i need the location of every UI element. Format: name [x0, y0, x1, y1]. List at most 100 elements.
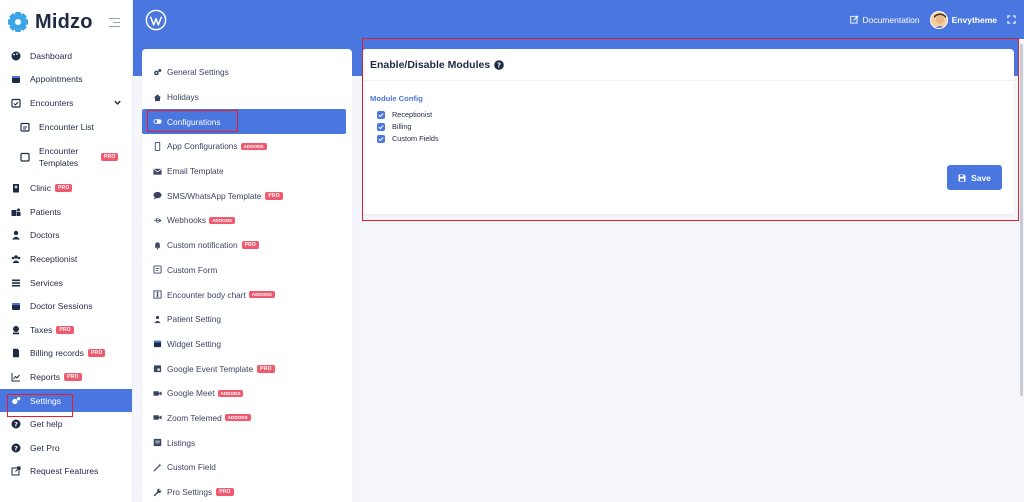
sidebar-item-reports[interactable]: Reports PRO [0, 365, 132, 389]
mobile-icon [153, 141, 162, 151]
avatar[interactable] [929, 10, 948, 29]
page-scrollbar[interactable] [1018, 39, 1024, 502]
topbar-right: Documentation Envytheme [850, 10, 1024, 29]
external-link-icon [11, 466, 21, 476]
sidebar-item-encounters[interactable]: Encounters [0, 91, 132, 115]
settings-item-webhooks[interactable]: Webhooks ADDONS [142, 208, 352, 233]
calendar-list-icon [20, 122, 30, 132]
pro-badge: PRO [241, 241, 259, 250]
sidebar-item-receptionist[interactable]: Receptionist [0, 247, 132, 271]
settings-item-zoom-telemed[interactable]: Zoom Telemed ADDONS [142, 406, 352, 431]
documentation-link[interactable]: Documentation [850, 15, 920, 25]
settings-item-email-template[interactable]: Email Template [142, 159, 352, 184]
settings-item-label: Custom Field [167, 462, 216, 473]
receptionist-checkbox[interactable] [377, 110, 385, 119]
menu-toggle-icon[interactable] [109, 17, 120, 27]
sidebar-item-doctors[interactable]: Doctors [0, 224, 132, 248]
sidebar-item-label: Receptionist [30, 253, 78, 264]
sidebar-item-request-features[interactable]: Request Features [0, 460, 132, 484]
settings-item-app-configurations[interactable]: App Configurations ADDONS [142, 134, 352, 159]
sidebar-item-doctor-sessions[interactable]: Doctor Sessions [0, 294, 132, 318]
sidebar-item-encounter-list[interactable]: Encounter List [0, 115, 132, 139]
sidebar-item-label: Get help [30, 419, 63, 430]
patients-icon [11, 207, 21, 217]
module-label: Custom Fields [392, 134, 439, 143]
edit-icon [850, 15, 859, 24]
save-label: Save [971, 172, 991, 183]
module-custom-fields: Custom Fields [377, 134, 439, 143]
sidebar-item-appointments[interactable]: Appointments [0, 68, 132, 92]
scrollbar-thumb[interactable] [1020, 44, 1023, 396]
sidebar-item-label: Patients [30, 206, 62, 217]
sidebar-item-get-help[interactable]: ? Get help [0, 412, 132, 436]
sidebar: Midzo Dashboard Appointments Encounters Enc… [0, 0, 133, 502]
wordpress-icon[interactable] [145, 9, 167, 31]
help-icon[interactable]: ? [494, 59, 505, 70]
sidebar-item-dashboard[interactable]: Dashboard [0, 44, 132, 68]
calendar-event-icon [153, 364, 162, 373]
brand: Midzo [0, 0, 132, 44]
addons-badge: ADDONS [217, 389, 244, 397]
fullscreen-icon[interactable] [1007, 15, 1016, 24]
sidebar-item-settings[interactable]: Settings [0, 388, 132, 413]
settings-item-custom-form[interactable]: Custom Form [142, 258, 352, 283]
settings-item-sms-whatsapp-template[interactable]: SMS/WhatsApp Template PRO [142, 183, 352, 208]
settings-item-custom-field[interactable]: Custom Field [142, 455, 352, 480]
settings-item-google-meet[interactable]: Google Meet ADDONS [142, 381, 352, 406]
settings-item-holidays[interactable]: Holidays [142, 85, 352, 110]
settings-item-label: Encounter body chart [167, 289, 246, 300]
save-button[interactable]: Save [947, 165, 1002, 190]
calendar-icon [11, 74, 21, 84]
settings-item-general-settings[interactable]: General Settings [142, 60, 352, 85]
video-icon [153, 389, 162, 398]
sidebar-item-label: Doctor Sessions [30, 301, 93, 312]
sidebar-item-taxes[interactable]: Taxes PRO [0, 318, 132, 342]
calendar-icon [153, 339, 162, 348]
sidebar-item-services[interactable]: Services [0, 271, 132, 295]
settings-item-listings[interactable]: Listings [142, 430, 352, 455]
comment-icon [153, 191, 162, 200]
settings-item-label: Zoom Telemed [167, 412, 222, 423]
sidebar-item-clinic[interactable]: Clinic PRO [0, 176, 132, 200]
settings-item-label: Holidays [167, 92, 199, 103]
usb-icon [153, 216, 162, 225]
sidebar-item-encounter-templates[interactable]: Encounter Templates PRO [0, 138, 132, 176]
magic-icon [153, 463, 162, 472]
cogs-icon [153, 68, 162, 77]
custom-fields-checkbox[interactable] [377, 134, 385, 143]
settings-item-label: Webhooks [167, 215, 207, 226]
sidebar-item-label: Get Pro [30, 442, 60, 453]
billing-checkbox[interactable] [377, 122, 385, 131]
user-setting-icon [153, 315, 162, 324]
sidebar-item-patients[interactable]: Patients [0, 200, 132, 224]
sidebar-item-label: Taxes [30, 324, 53, 335]
module-label: Receptionist [392, 110, 433, 119]
settings-item-configurations[interactable]: Configurations [142, 109, 346, 135]
pro-badge: PRO [101, 153, 119, 162]
sidebar-item-label: Services [30, 277, 63, 288]
settings-item-label: Custom Form [167, 264, 218, 275]
settings-item-pro-settings[interactable]: Pro Settings PRO [142, 480, 352, 502]
chevron-down-icon[interactable] [113, 98, 122, 107]
wrench-icon [153, 488, 162, 497]
sidebar-item-get-pro[interactable]: ? Get Pro [0, 436, 132, 460]
brand-name: Midzo [35, 10, 93, 33]
pro-badge: PRO [257, 364, 275, 373]
sidebar-item-billing-records[interactable]: Billing records PRO [0, 342, 132, 366]
question-icon: ? [11, 443, 21, 453]
settings-item-encounter-body-chart[interactable]: Encounter body chart ADDONS [142, 282, 352, 307]
settings-item-custom-notification[interactable]: Custom notification PRO [142, 233, 352, 258]
app-root: Midzo Dashboard Appointments Encounters Enc… [0, 0, 1024, 502]
sidebar-item-label: Encounter Templates [39, 146, 79, 169]
settings-item-widget-setting[interactable]: Widget Setting [142, 332, 352, 357]
username[interactable]: Envytheme [952, 15, 997, 25]
tax-icon [11, 325, 21, 335]
card-title: Enable/Disable Modules [370, 58, 491, 71]
module-billing: Billing [377, 122, 411, 131]
settings-item-patient-setting[interactable]: Patient Setting [142, 307, 352, 332]
settings-item-google-event-template[interactable]: Google Event Template PRO [142, 356, 352, 381]
svg-text:?: ? [14, 421, 18, 429]
addons-badge: ADDONS [248, 291, 275, 299]
question-icon: ? [11, 419, 21, 429]
sidebar-nav: Dashboard Appointments Encounters Encounter… [0, 44, 132, 483]
